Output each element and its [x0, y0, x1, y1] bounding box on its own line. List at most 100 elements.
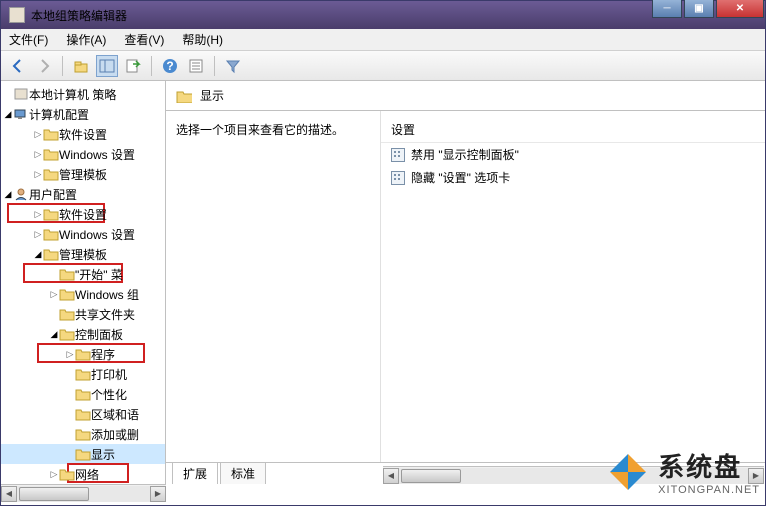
tree-root[interactable]: 本地计算机 策略	[1, 84, 165, 104]
folder-icon	[75, 387, 91, 401]
toolbar: ?	[1, 51, 765, 81]
back-button[interactable]	[7, 55, 29, 77]
menu-view[interactable]: 查看(V)	[124, 31, 164, 48]
tree-uc-programs[interactable]: ▷程序	[1, 344, 165, 364]
tree-label: 添加或删	[91, 426, 139, 443]
settings-column: 设置 禁用 "显示控制面板" 隐藏 "设置" 选项卡 ◀ ▶	[381, 111, 765, 462]
tree-uc-region[interactable]: 区域和语	[1, 404, 165, 424]
folder-icon	[75, 347, 91, 361]
tree-cc-windows[interactable]: ▷Windows 设置	[1, 144, 165, 164]
filter-button[interactable]	[222, 55, 244, 77]
tree-label: Windows 设置	[59, 226, 135, 243]
tree-label: 管理模板	[59, 166, 107, 183]
description-prompt: 选择一个项目来查看它的描述。	[176, 123, 344, 137]
tree-uc-display[interactable]: 显示	[1, 444, 165, 464]
menu-file[interactable]: 文件(F)	[9, 31, 48, 48]
maximize-button[interactable]: ▣	[684, 0, 714, 18]
properties-button[interactable]	[185, 55, 207, 77]
scrollbar-thumb[interactable]	[19, 487, 89, 501]
list-item-label: 禁用 "显示控制面板"	[411, 146, 519, 163]
tree-uc-personalization[interactable]: 个性化	[1, 384, 165, 404]
tab-standard[interactable]: 标准	[220, 462, 266, 484]
tree-uc-admin[interactable]: ◢管理模板	[1, 244, 165, 264]
detail-title: 显示	[200, 87, 224, 104]
folder-icon	[59, 467, 75, 481]
help-button[interactable]: ?	[159, 55, 181, 77]
tree-computer-config[interactable]: ◢计算机配置	[1, 104, 165, 124]
tree-uc-network[interactable]: ▷网络	[1, 464, 165, 484]
folder-icon	[43, 127, 59, 141]
tree-cc-software[interactable]: ▷软件设置	[1, 124, 165, 144]
folder-icon	[59, 267, 75, 281]
close-button[interactable]: ✕	[716, 0, 764, 18]
folder-icon	[75, 407, 91, 421]
tree-label: "开始" 菜	[75, 266, 123, 283]
user-icon	[13, 187, 29, 201]
tree-cc-admin[interactable]: ▷管理模板	[1, 164, 165, 184]
tree-uc-start[interactable]: "开始" 菜	[1, 264, 165, 284]
folder-icon	[59, 327, 75, 341]
window-title: 本地组策略编辑器	[31, 7, 127, 24]
tree-label: 网络	[75, 466, 99, 483]
folder-icon	[43, 167, 59, 181]
window-titlebar: 本地组策略编辑器 ─ ▣ ✕	[1, 1, 765, 29]
scroll-left-button[interactable]: ◀	[383, 468, 399, 484]
scrollbar-track[interactable]	[17, 486, 150, 502]
menu-action[interactable]: 操作(A)	[66, 31, 106, 48]
column-header-settings[interactable]: 设置	[381, 117, 765, 143]
tree-uc-addremove[interactable]: 添加或删	[1, 424, 165, 444]
tree-uc-windows[interactable]: ▷Windows 设置	[1, 224, 165, 244]
folder-icon	[43, 207, 59, 221]
list-item[interactable]: 禁用 "显示控制面板"	[381, 143, 765, 166]
computer-icon	[13, 107, 29, 121]
tree-label: 显示	[91, 446, 115, 463]
up-button[interactable]	[70, 55, 92, 77]
folder-icon	[43, 247, 59, 261]
list-item[interactable]: 隐藏 "设置" 选项卡	[381, 166, 765, 189]
menu-bar: 文件(F) 操作(A) 查看(V) 帮助(H)	[1, 29, 765, 51]
forward-button[interactable]	[33, 55, 55, 77]
list-item-label: 隐藏 "设置" 选项卡	[411, 169, 510, 186]
tree-uc-shared[interactable]: 共享文件夹	[1, 304, 165, 324]
folder-icon	[176, 89, 192, 103]
show-tree-button[interactable]	[96, 55, 118, 77]
tree-uc-software[interactable]: ▷软件设置	[1, 204, 165, 224]
folder-icon	[43, 147, 59, 161]
policy-item-icon	[391, 171, 405, 185]
scrollbar-track[interactable]	[399, 468, 748, 484]
tree-label: Windows 设置	[59, 146, 135, 163]
export-button[interactable]	[122, 55, 144, 77]
tree-label: 共享文件夹	[75, 306, 135, 323]
scroll-left-button[interactable]: ◀	[1, 486, 17, 502]
tree-uc-control-panel[interactable]: ◢控制面板	[1, 324, 165, 344]
tree-label: 软件设置	[59, 206, 107, 223]
tree-label: 打印机	[91, 366, 127, 383]
tree-pane: 本地计算机 策略 ◢计算机配置 ▷软件设置 ▷Windows 设置 ▷管理模板 …	[1, 81, 166, 484]
policy-icon	[13, 87, 29, 101]
scrollbar-thumb[interactable]	[401, 469, 461, 483]
scroll-right-button[interactable]: ▶	[150, 486, 166, 502]
tree-label: 个性化	[91, 386, 127, 403]
folder-icon	[59, 307, 75, 321]
policy-item-icon	[391, 148, 405, 162]
tree-uc-wincomp[interactable]: ▷Windows 组	[1, 284, 165, 304]
tree-label: 计算机配置	[29, 106, 89, 123]
tree-user-config[interactable]: ◢用户配置	[1, 184, 165, 204]
tree-label: 本地计算机 策略	[29, 86, 116, 103]
scroll-right-button[interactable]: ▶	[748, 468, 764, 484]
detail-header: 显示	[166, 81, 765, 111]
tree-label: 软件设置	[59, 126, 107, 143]
minimize-button[interactable]: ─	[652, 0, 682, 18]
tree-label: 用户配置	[29, 186, 77, 203]
folder-icon	[75, 367, 91, 381]
tree-label: 程序	[91, 346, 115, 363]
detail-pane: 显示 选择一个项目来查看它的描述。 设置 禁用 "显示控制面板" 隐藏 "设置"…	[166, 81, 765, 484]
tree-label: Windows 组	[75, 286, 139, 303]
tab-extended[interactable]: 扩展	[172, 462, 218, 484]
svg-text:?: ?	[166, 59, 173, 73]
folder-icon	[59, 287, 75, 301]
menu-help[interactable]: 帮助(H)	[182, 31, 223, 48]
folder-icon	[75, 427, 91, 441]
app-icon	[9, 7, 25, 23]
tree-uc-printers[interactable]: 打印机	[1, 364, 165, 384]
